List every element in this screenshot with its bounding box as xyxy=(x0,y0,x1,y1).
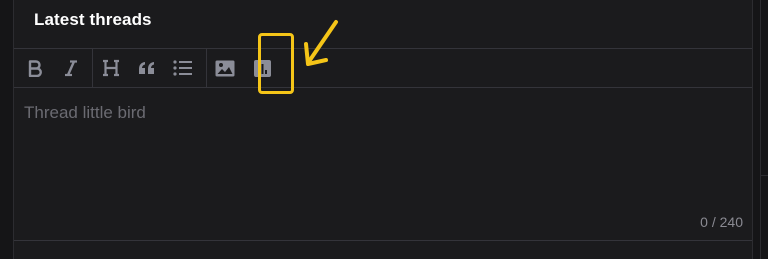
poll-button-highlight-box xyxy=(258,33,294,94)
list-button[interactable] xyxy=(167,49,199,87)
editor-toolbar xyxy=(14,49,752,87)
quote-button[interactable] xyxy=(131,49,163,87)
annotation-arrow-icon xyxy=(304,20,338,66)
toolbar-separator xyxy=(92,49,93,87)
character-counter: 0 / 240 xyxy=(700,214,743,230)
heading-icon xyxy=(103,59,119,77)
thread-editor[interactable]: Thread little bird 0 / 240 xyxy=(14,88,752,240)
quote-icon xyxy=(139,62,154,74)
bold-button[interactable] xyxy=(19,49,51,87)
latest-threads-panel: Latest threads Thread little bird 0 / 24… xyxy=(13,0,753,259)
image-icon xyxy=(215,60,235,76)
adjacent-panel-corner xyxy=(760,175,768,176)
editor-placeholder: Thread little bird xyxy=(24,103,146,122)
image-button[interactable] xyxy=(209,49,241,87)
list-icon xyxy=(173,60,192,76)
bold-icon xyxy=(28,60,42,77)
italic-icon xyxy=(65,60,77,77)
editor-bottom-divider xyxy=(14,240,752,241)
italic-button[interactable] xyxy=(55,49,87,87)
toolbar-separator xyxy=(206,49,207,87)
heading-button[interactable] xyxy=(95,49,127,87)
panel-title: Latest threads xyxy=(34,10,152,29)
adjacent-panel-edge xyxy=(760,0,761,259)
